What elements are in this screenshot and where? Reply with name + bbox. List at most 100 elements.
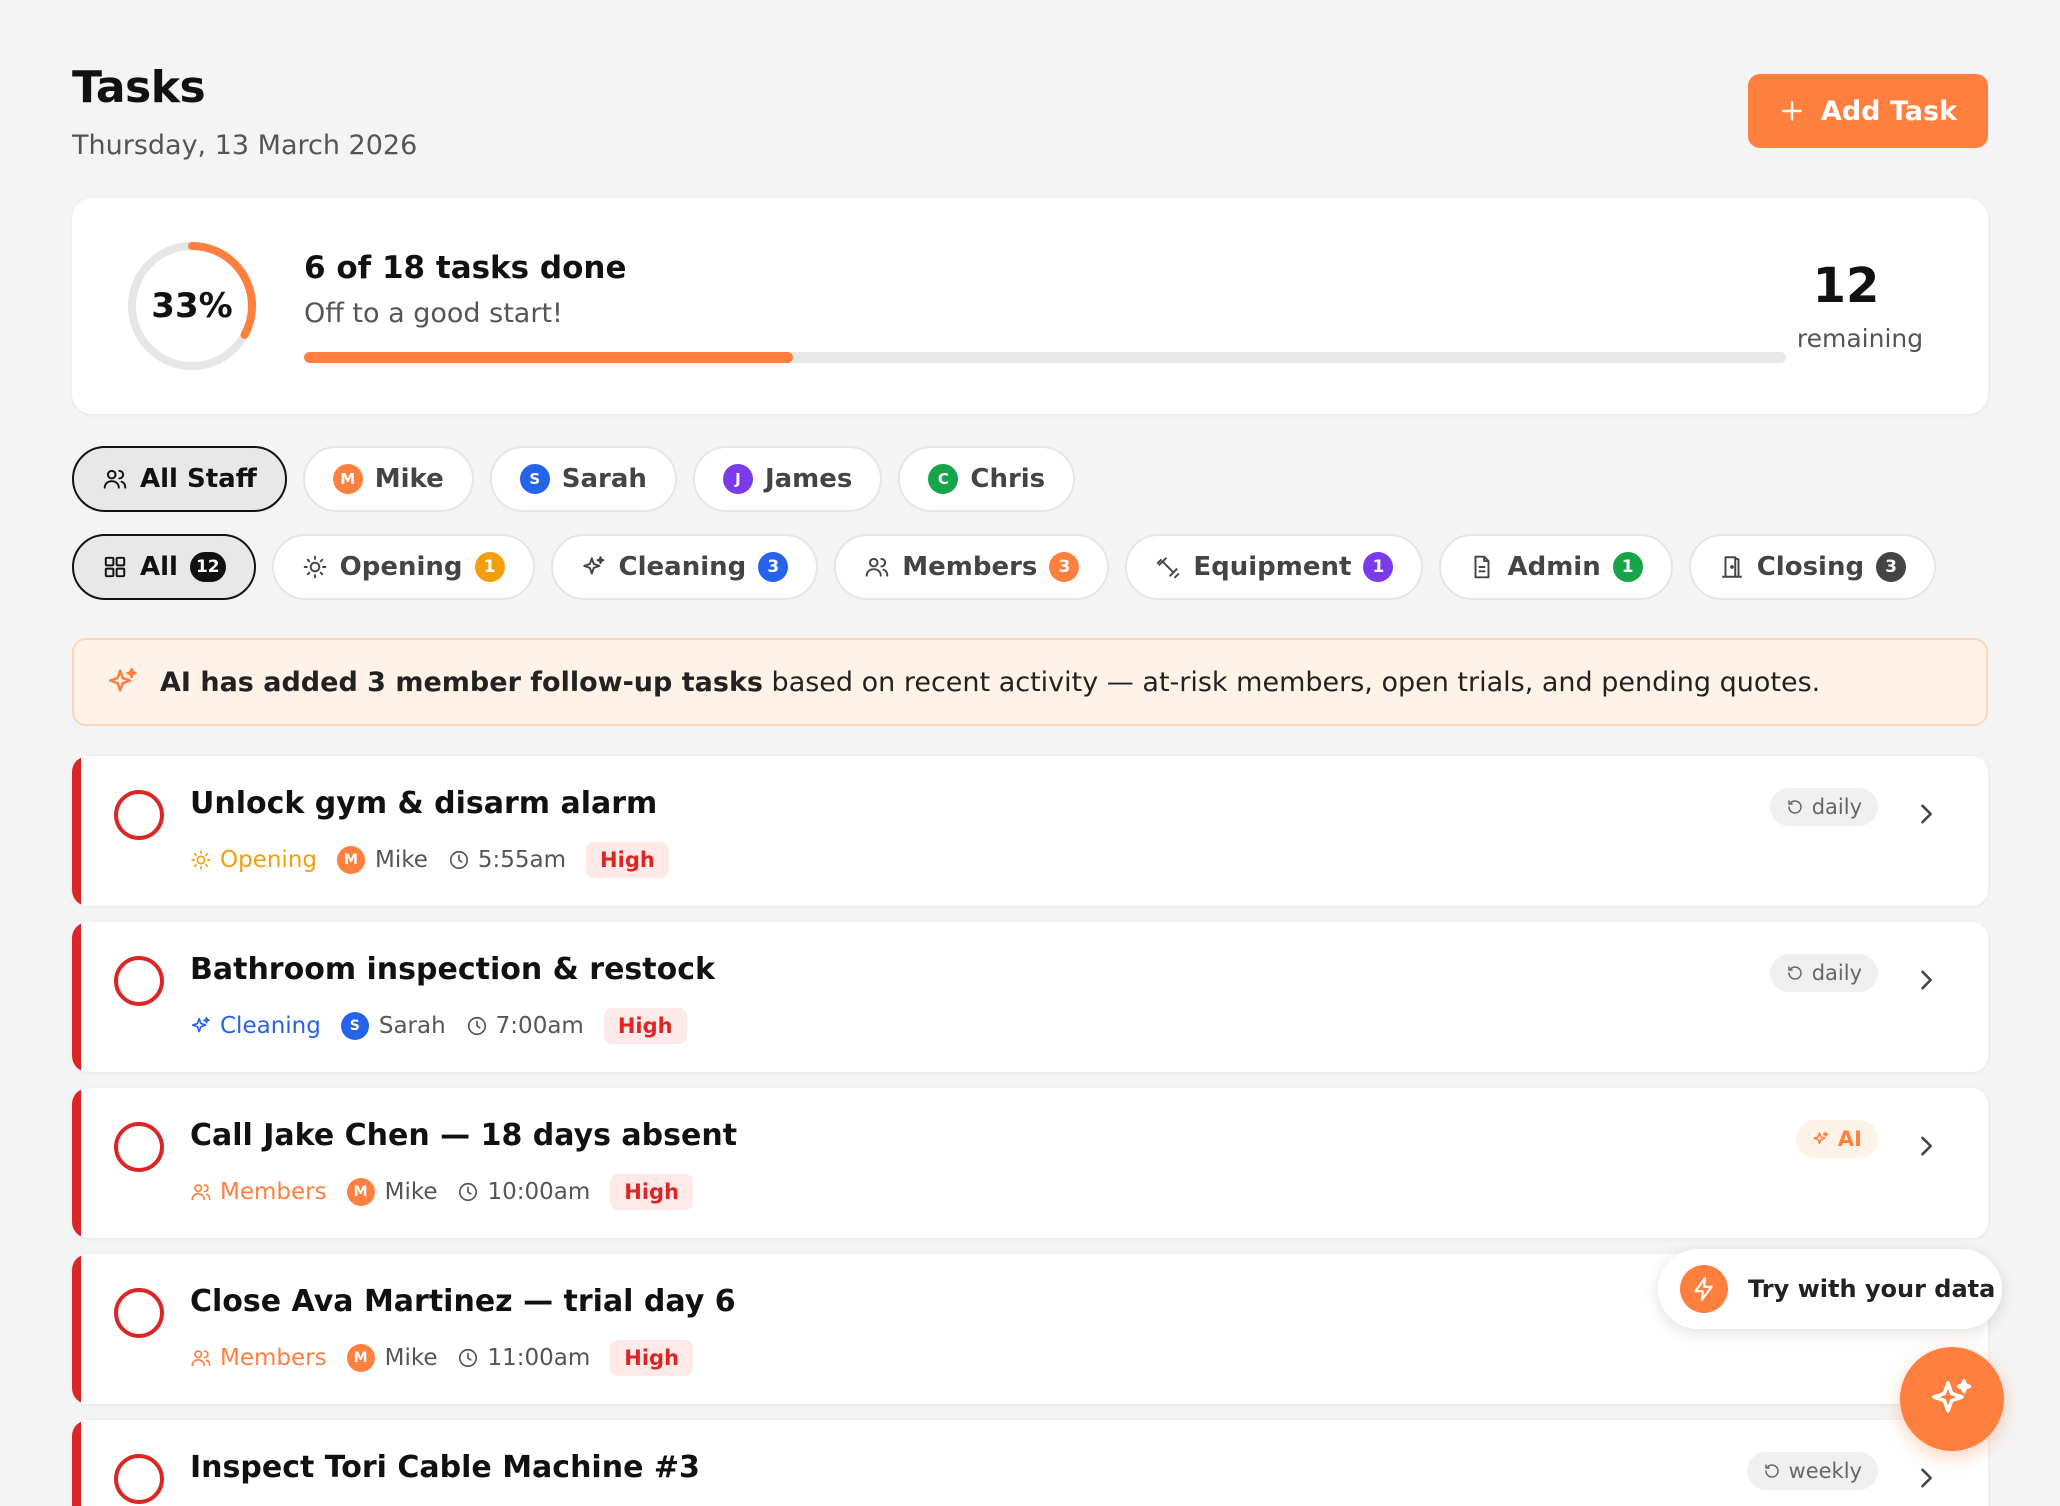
staff-filter-all[interactable]: All Staff	[72, 446, 287, 512]
task-assignee: M Mike	[346, 1344, 438, 1372]
priority-badge: High	[586, 842, 669, 878]
task-card[interactable]: Unlock gym & disarm alarm Opening M Mike…	[72, 756, 1988, 906]
category-filter-label: Closing	[1756, 552, 1865, 582]
priority-badge: High	[603, 1008, 687, 1044]
tasks-page: Tasks Thursday, 13 March 2026 Add Task 3…	[72, 0, 1988, 1506]
dumbbell-icon	[1157, 557, 1180, 579]
task-checkbox[interactable]	[114, 956, 164, 1006]
task-category-label: Cleaning	[220, 1013, 321, 1039]
chevron-right-icon[interactable]	[1912, 800, 1940, 828]
category-count-badge: 1	[1363, 552, 1394, 582]
task-time-label: 5:55am	[477, 847, 567, 873]
staff-filter-label: James	[764, 464, 853, 494]
avatar: M	[346, 1178, 375, 1206]
avatar: C	[928, 464, 959, 494]
staff-filter-sarah[interactable]: S Sarah	[489, 446, 677, 512]
priority-badge: High	[610, 1340, 694, 1376]
chevron-right-icon[interactable]	[1912, 1464, 1940, 1492]
priority-badge: High	[610, 1174, 694, 1210]
task-assignee: M Mike	[337, 846, 428, 874]
category-filter-opening[interactable]: Opening 1	[271, 534, 535, 600]
category-filter-label: Members	[902, 552, 1038, 582]
task-card[interactable]: Call Jake Chen — 18 days absent Members …	[72, 1088, 1988, 1238]
task-category: Members	[190, 1179, 327, 1205]
task-category-label: Members	[220, 1179, 327, 1205]
ai-assistant-button[interactable]	[1900, 1347, 2004, 1451]
task-time: 10:00am	[457, 1179, 590, 1205]
try-with-data-button[interactable]: Try with your data	[1658, 1249, 2002, 1329]
category-count-badge: 3	[758, 552, 789, 582]
task-title: Unlock gym & disarm alarm	[190, 786, 658, 821]
category-filter-row: All 12 Opening 1 Cleaning 3 Members 3 Eq…	[72, 534, 1937, 600]
staff-filter-label: Sarah	[561, 464, 647, 494]
sparkles-icon	[582, 556, 604, 575]
sparkles-icon	[191, 1016, 210, 1033]
remaining-count: 12	[1812, 258, 1880, 314]
chevron-right-icon[interactable]	[1912, 1132, 1940, 1160]
task-card[interactable]: Bathroom inspection & restock Cleaning S…	[72, 922, 1988, 1072]
task-meta: Members M Mike 10:00am High	[190, 1174, 694, 1210]
task-category: Opening	[190, 847, 317, 873]
try-with-data-label: Try with your data	[1748, 1275, 1996, 1303]
progress-message: Off to a good start!	[304, 298, 563, 329]
repeat-icon	[1787, 800, 1802, 814]
progress-bar-fill	[304, 352, 794, 363]
task-assignee: M Mike	[346, 1178, 437, 1206]
chevron-right-icon[interactable]	[1912, 966, 1940, 994]
category-count-badge: 1	[1612, 552, 1643, 582]
category-filter-label: Equipment	[1193, 552, 1352, 582]
staff-filter-label: Chris	[970, 464, 1046, 494]
users-icon	[191, 1184, 211, 1201]
recurrence-label: weekly	[1788, 1459, 1862, 1483]
users-icon	[191, 1350, 211, 1367]
ai-banner-text: AI has added 3 member follow-up tasks ba…	[160, 667, 1820, 698]
task-checkbox[interactable]	[114, 1454, 164, 1504]
page-header: Tasks Thursday, 13 March 2026 Add Task	[72, 0, 1988, 190]
progress-bar	[304, 352, 1786, 363]
category-filter-cleaning[interactable]: Cleaning 3	[550, 534, 819, 600]
sparkles-icon	[108, 667, 137, 692]
add-task-label: Add Task	[1820, 95, 1958, 127]
task-category: Cleaning	[190, 1013, 321, 1039]
sparkles-icon	[1813, 1131, 1829, 1145]
task-assignee: S Sarah	[340, 1012, 446, 1040]
category-filter-equipment[interactable]: Equipment 1	[1125, 534, 1424, 600]
avatar: S	[340, 1012, 369, 1040]
ai-badge-label: AI	[1837, 1127, 1862, 1151]
task-title: Close Ava Martinez — trial day 6	[190, 1284, 736, 1319]
page-date: Thursday, 13 March 2026	[72, 130, 418, 161]
repeat-icon	[1764, 1464, 1779, 1478]
staff-filter-james[interactable]: J James	[692, 446, 883, 512]
category-filter-label: Cleaning	[618, 552, 747, 582]
task-title: Call Jake Chen — 18 days absent	[190, 1118, 738, 1153]
task-checkbox[interactable]	[114, 1122, 164, 1172]
users-icon	[103, 469, 127, 489]
category-filter-admin[interactable]: Admin 1	[1439, 534, 1673, 600]
task-meta: Members M Mike 11:00am High	[190, 1340, 694, 1376]
avatar: M	[332, 464, 363, 494]
task-category-label: Opening	[220, 847, 317, 873]
avatar: J	[722, 464, 753, 494]
recurrence-badge: daily	[1769, 954, 1878, 992]
category-filter-closing[interactable]: Closing 3	[1688, 534, 1937, 600]
task-assignee-name: Mike	[384, 1345, 438, 1371]
task-checkbox[interactable]	[114, 790, 164, 840]
ai-banner-bold: AI has added 3 member follow-up tasks	[160, 666, 763, 698]
task-checkbox[interactable]	[114, 1288, 164, 1338]
avatar: M	[346, 1344, 375, 1372]
task-card[interactable]: Inspect Tori Cable Machine #3 weekly	[72, 1420, 1988, 1506]
recurrence-label: daily	[1811, 795, 1862, 819]
category-filter-all[interactable]: All 12	[72, 534, 256, 600]
sun-icon	[303, 555, 326, 579]
sun-icon	[191, 850, 211, 870]
category-filter-members[interactable]: Members 3	[834, 534, 1110, 600]
task-time: 5:55am	[448, 847, 566, 873]
staff-filter-mike[interactable]: M Mike	[302, 446, 474, 512]
add-task-button[interactable]: Add Task	[1748, 74, 1988, 148]
clock-icon	[459, 1182, 478, 1202]
task-assignee-name: Mike	[375, 847, 428, 873]
plus-icon	[1782, 101, 1802, 121]
task-time-label: 7:00am	[495, 1013, 584, 1039]
staff-filter-chris[interactable]: C Chris	[898, 446, 1076, 512]
lightning-icon	[1694, 1277, 1713, 1301]
